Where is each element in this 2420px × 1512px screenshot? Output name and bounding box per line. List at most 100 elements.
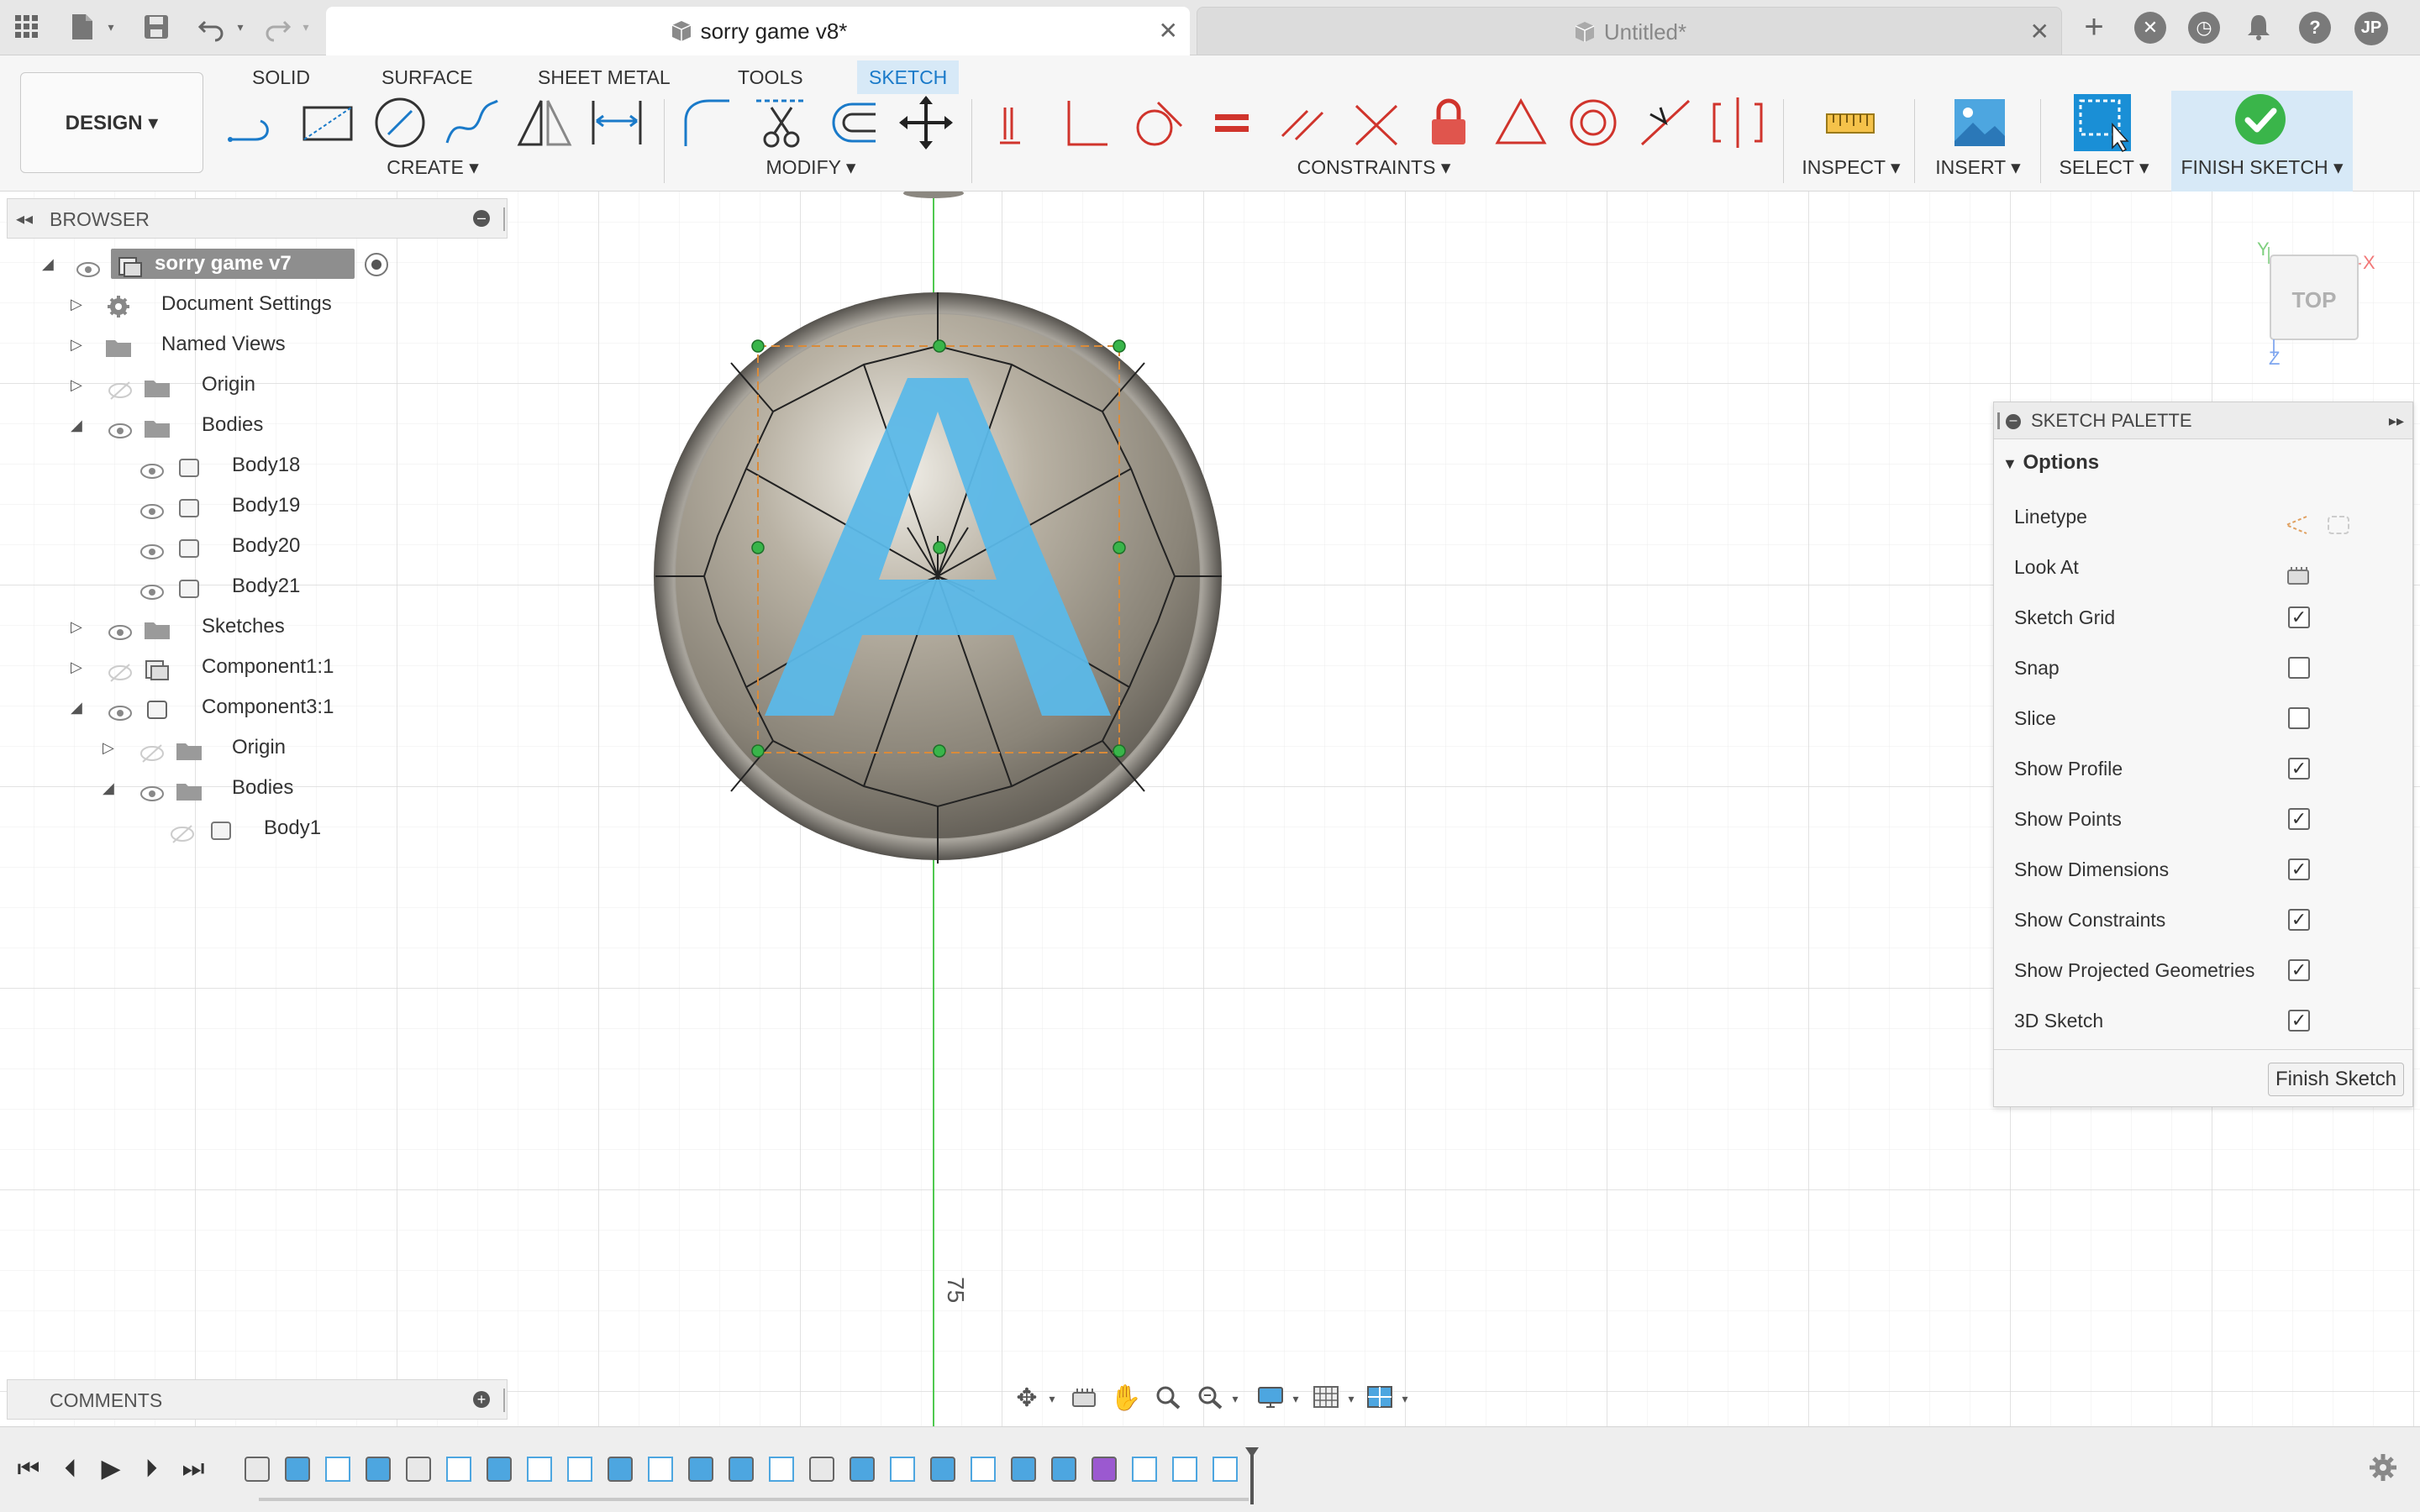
sketch-grid-checkbox[interactable]: ✓ [2288,606,2310,628]
hidden-eye-icon[interactable] [108,375,133,400]
triangle-constraint-icon[interactable] [1491,92,1551,153]
expand-arrow-icon[interactable]: ▷ [71,365,91,405]
inspect-group-label[interactable]: INSPECT ▾ [1797,156,1906,179]
notifications-icon[interactable] [2244,12,2274,42]
tab-surface[interactable]: SURFACE [370,60,485,94]
tab-tools[interactable]: TOOLS [726,60,815,94]
snap-checkbox[interactable] [2288,657,2310,679]
expand-palette-icon[interactable]: ▸▸ [2389,402,2404,439]
options-section-header[interactable]: ▼ Options [2002,443,2099,483]
finish-sketch-group-label[interactable]: FINISH SKETCH ▾ [2171,156,2353,179]
hidden-eye-icon[interactable] [108,657,133,682]
symmetry-constraint-icon[interactable] [1707,92,1768,153]
zoom-chevron-icon[interactable]: ▾ [1217,1384,1254,1413]
tree-item-body19[interactable]: Body19 [37,486,373,526]
tree-item-bodies-sub[interactable]: ◢ Bodies [37,768,373,808]
redo-icon[interactable] [262,12,292,42]
visibility-eye-icon[interactable] [108,415,133,438]
equal-constraint-icon[interactable] [1202,92,1262,153]
measure-tool-icon[interactable] [1820,92,1881,153]
pan-icon[interactable]: ✋ [1107,1384,1144,1413]
modify-group-label[interactable]: MODIFY ▾ [739,156,882,179]
viewports-chevron-icon[interactable]: ▾ [1386,1384,1423,1413]
tree-item-body20[interactable]: Body20 [37,526,373,566]
show-points-checkbox[interactable]: ✓ [2288,808,2310,830]
timeline-first-icon[interactable]: ⏮ [12,1452,45,1486]
offset-tool-icon[interactable] [823,92,884,153]
midpoint-constraint-icon[interactable] [1635,92,1696,153]
finish-sketch-group[interactable]: FINISH SKETCH ▾ [2171,91,2353,192]
tree-item-body1[interactable]: Body1 [37,808,373,848]
timeline-previous-icon[interactable]: ⏴ [54,1452,87,1486]
panel-resize-handle[interactable] [503,1389,505,1412]
drag-handle[interactable] [1997,412,2000,429]
collinear-constraint-icon[interactable] [1346,92,1407,153]
help-icon[interactable]: ? [2299,12,2331,44]
comments-panel-header[interactable]: COMMENTS + [7,1379,508,1420]
visibility-eye-icon[interactable] [108,697,133,721]
timeline-marker[interactable] [1245,1447,1259,1504]
insert-group-label[interactable]: INSERT ▾ [1929,156,2027,179]
tree-item-body18[interactable]: Body18 [37,445,373,486]
perpendicular-constraint-icon[interactable] [1057,92,1118,153]
rectangle-tool-icon[interactable] [297,92,358,153]
expand-arrow-icon[interactable]: ▷ [71,324,91,365]
select-tool-icon[interactable] [2072,92,2133,153]
collapse-arrow-icon[interactable]: ◢ [103,768,123,808]
expand-arrow-icon[interactable]: ▷ [103,727,123,768]
close-tab-icon[interactable]: ✕ [2030,8,2049,56]
collapse-arrow-icon[interactable]: ▼ [2002,455,2018,472]
visibility-eye-icon[interactable] [139,576,165,600]
show-projected-geometries-checkbox[interactable]: ✓ [2288,959,2310,981]
redo-chevron-icon[interactable]: ▾ [291,12,321,42]
tree-item-component1[interactable]: ▷ Component1:1 [37,647,373,687]
create-group-label[interactable]: CREATE ▾ [353,156,513,179]
construction-linetype-icon[interactable] [2283,505,2310,534]
trim-tool-icon[interactable] [751,92,812,153]
finish-sketch-check-icon[interactable] [2233,92,2287,146]
show-constraints-checkbox[interactable]: ✓ [2288,909,2310,931]
timeline-play-icon[interactable]: ▶ [94,1452,128,1486]
close-tab-icon[interactable]: ✕ [1159,7,1178,55]
parallel-constraint-icon[interactable] [1274,92,1334,153]
centerline-linetype-icon[interactable] [2325,505,2352,534]
3d-sketch-checkbox[interactable]: ✓ [2288,1010,2310,1032]
show-profile-checkbox[interactable]: ✓ [2288,758,2310,780]
collapse-arrow-icon[interactable]: ◢ [71,405,91,445]
tab-sheet-metal[interactable]: SHEET METAL [526,60,682,94]
add-comment-icon[interactable]: + [473,1391,490,1408]
move-tool-icon[interactable] [896,92,956,153]
user-avatar[interactable]: JP [2354,12,2388,45]
coincident-constraint-icon[interactable] [986,92,1047,153]
slice-checkbox[interactable] [2288,707,2310,729]
tree-item-component3[interactable]: ◢ Component3:1 [37,687,373,727]
view-cube-face-label[interactable]: TOP [2292,287,2337,312]
line-tool-icon[interactable] [224,92,284,153]
constraints-group-label[interactable]: CONSTRAINTS ▾ [1277,156,1470,179]
timeline-settings-gear-icon[interactable] [2366,1452,2400,1486]
undo-chevron-icon[interactable]: ▾ [225,12,255,42]
timeline-next-icon[interactable]: ⏵ [134,1452,168,1486]
document-tab-active[interactable]: sorry game v8* ✕ [326,7,1190,55]
job-status-icon[interactable]: ◷ [2188,12,2220,44]
look-at-icon[interactable] [1065,1384,1102,1413]
visibility-eye-icon[interactable] [139,496,165,519]
finish-sketch-button[interactable]: Finish Sketch [2267,1063,2404,1096]
tab-sketch[interactable]: SKETCH [857,60,960,94]
tangent-constraint-icon[interactable] [1128,92,1188,153]
file-menu-icon[interactable] [67,12,97,42]
fillet-tool-icon[interactable] [677,92,738,153]
hidden-eye-icon[interactable] [139,738,165,763]
visibility-eye-icon[interactable] [139,778,165,801]
mirror-tool-icon[interactable] [514,92,575,153]
tree-root[interactable]: ◢ sorry game v7 [37,244,388,284]
spline-tool-icon[interactable] [442,92,502,153]
app-grid-icon[interactable] [12,12,42,42]
collapse-arrow-icon[interactable]: ◢ [42,244,62,284]
extensions-icon[interactable]: ✕ [2134,12,2166,44]
activate-radio[interactable] [365,253,388,276]
tree-item-document-settings[interactable]: ▷ Document Settings [37,284,373,324]
tree-item-body21[interactable]: Body21 [37,566,373,606]
file-menu-chevron-icon[interactable]: ▾ [96,12,126,42]
dimension-label[interactable]: 75 [943,1277,969,1303]
